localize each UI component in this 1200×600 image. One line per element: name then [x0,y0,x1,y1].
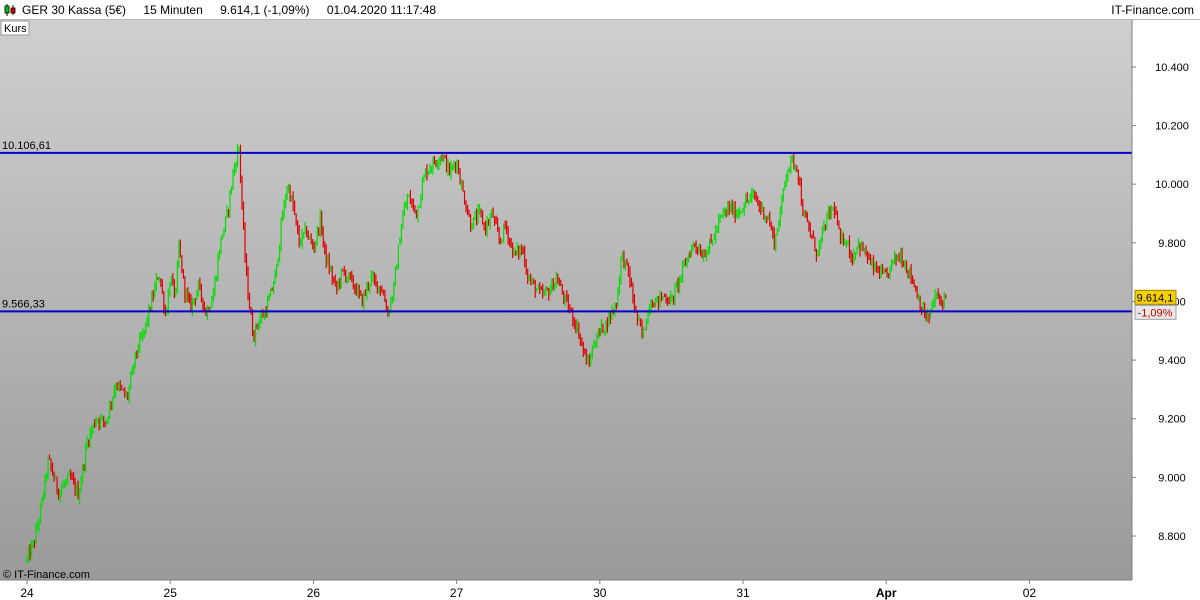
price-chart: 10.106,61 9.566,33 8.800 9.000 9.200 9.400 9.… [0,20,1200,600]
chart-title: GER 30 Kassa (5€) 15 Minuten 9.614,1 (-1… [22,0,450,20]
y-tick-label: 10.400 [1155,62,1189,74]
y-tick-label: 9.400 [1158,355,1186,367]
horizontal-line-label: 9.566,33 [2,298,45,310]
panel-label: Kurs [4,23,27,35]
interval-label: 15 Minuten [143,3,203,17]
plot-area [0,20,1132,580]
x-tick-label: 25 [164,586,178,600]
change-label: -1,09% [1138,307,1173,319]
y-tick-label: 9.800 [1158,238,1186,250]
panel-label-box: Kurs [0,20,30,36]
x-tick-label: 26 [307,586,321,600]
horizontal-line-label: 10.106,61 [2,140,51,152]
y-tick-label: 10.000 [1155,179,1189,191]
chart-header: GER 30 Kassa (5€) 15 Minuten 9.614,1 (-1… [0,0,1200,20]
last-price-label: 9.614,1 [1137,292,1174,304]
y-tick-label: 9.200 [1158,414,1186,426]
x-tick-label: 30 [593,586,607,600]
y-tick-label: 9.000 [1158,472,1186,484]
instrument-name: GER 30 Kassa (5€) [22,3,127,17]
x-tick-label: 27 [450,586,464,600]
copyright-label: © IT-Finance.com [3,569,90,581]
x-tick-label: 24 [20,586,34,600]
x-tick-label: 31 [736,586,750,600]
candlestick-icon [4,4,16,16]
x-tick-label: Apr [876,586,897,600]
timestamp-label: 01.04.2020 11:17:48 [326,3,437,17]
x-tick-label: 02 [1023,586,1037,600]
y-tick-label: 8.800 [1158,531,1186,543]
last-price-marker: 9.614,1 -1,09% [1134,289,1177,320]
y-tick-label: 10.200 [1155,121,1189,133]
brand-label: IT-Finance.com [1111,3,1194,17]
quote-label: 9.614,1 (-1,09%) [220,3,310,17]
